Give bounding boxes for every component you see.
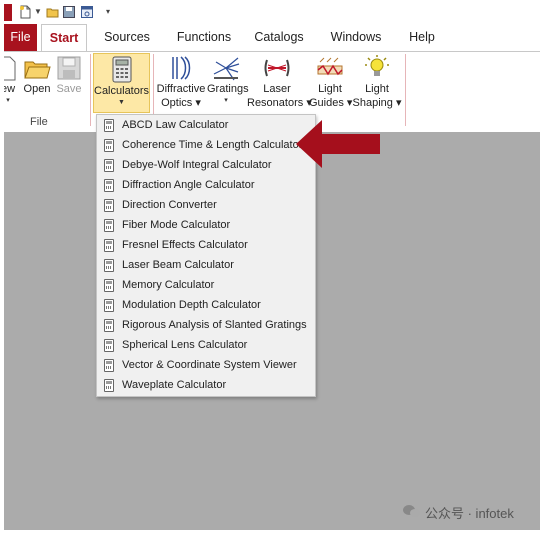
app-logo-icon	[4, 4, 12, 21]
save-button[interactable]: Save	[55, 54, 83, 96]
wechat-icon	[403, 505, 420, 517]
calculators-dropdown-menu: ABCD Law Calculator Coherence Time & Len…	[96, 114, 316, 397]
menu-item-abcd-law[interactable]: ABCD Law Calculator	[97, 115, 315, 135]
customize-toolbar-icon[interactable]: ▾	[106, 7, 110, 16]
calculator-icon	[104, 279, 114, 292]
menu-item-laser-beam[interactable]: Laser Beam Calculator	[97, 255, 315, 275]
menu-item-coherence-time[interactable]: Coherence Time & Length Calculator	[97, 135, 315, 155]
calculator-icon	[104, 259, 114, 272]
calculator-icon	[104, 379, 114, 392]
save-disk-icon	[57, 56, 81, 80]
tab-file[interactable]: File	[4, 24, 37, 51]
red-pointer-arrow-icon	[296, 120, 380, 168]
laser-resonators-button[interactable]: Laser Resonators ▾	[247, 54, 312, 110]
calculator-icon	[104, 179, 114, 192]
calculator-icon	[104, 199, 114, 212]
gratings-icon	[213, 57, 240, 81]
calculator-icon	[112, 56, 131, 83]
menu-item-diffraction-angle[interactable]: Diffraction Angle Calculator	[97, 175, 315, 195]
tab-functions[interactable]: Functions	[172, 24, 236, 51]
menu-item-vector-coordinate[interactable]: Vector & Coordinate System Viewer	[97, 355, 315, 375]
menu-item-spherical-lens[interactable]: Spherical Lens Calculator	[97, 335, 315, 355]
group-separator	[405, 54, 406, 126]
calculator-icon	[104, 139, 114, 152]
open-button[interactable]: Open	[22, 54, 52, 96]
light-guides-button[interactable]: Light Guides ▾	[309, 54, 352, 110]
laser-resonator-icon	[264, 59, 290, 77]
save-disk-icon[interactable]	[62, 5, 76, 19]
menu-item-fresnel-effects[interactable]: Fresnel Effects Calculator	[97, 235, 315, 255]
menu-item-direction-converter[interactable]: Direction Converter	[97, 195, 315, 215]
menu-item-fiber-mode[interactable]: Fiber Mode Calculator	[97, 215, 315, 235]
calculator-icon	[104, 239, 114, 252]
calculator-icon	[104, 219, 114, 232]
file-group-label: File	[30, 116, 48, 128]
calculator-icon	[104, 319, 114, 332]
calculator-icon	[104, 159, 114, 172]
open-folder-icon[interactable]	[46, 5, 60, 19]
tab-start[interactable]: Start	[41, 24, 87, 52]
diffractive-optics-icon	[172, 56, 191, 80]
calculator-icon	[104, 339, 114, 352]
light-guide-icon	[317, 57, 343, 76]
calculators-dropdown-icon: ▼	[118, 99, 125, 106]
quick-access-toolbar: ▼ ▾	[4, 0, 540, 24]
menu-item-waveplate[interactable]: Waveplate Calculator	[97, 375, 315, 395]
menu-item-memory[interactable]: Memory Calculator	[97, 275, 315, 295]
new-button[interactable]: ew ▾	[4, 54, 16, 106]
tab-help[interactable]: Help	[404, 24, 440, 51]
menu-item-modulation-depth[interactable]: Modulation Depth Calculator	[97, 295, 315, 315]
diffractive-optics-button[interactable]: Diffractive Optics ▾	[155, 54, 207, 110]
tab-catalogs[interactable]: Catalogs	[252, 24, 306, 51]
tab-sources[interactable]: Sources	[102, 24, 152, 51]
menu-item-debye-wolf[interactable]: Debye-Wolf Integral Calculator	[97, 155, 315, 175]
new-document-icon	[4, 56, 16, 81]
calculator-icon	[104, 119, 114, 132]
new-dropdown-icon[interactable]: ▼	[34, 7, 42, 16]
window-layout-icon[interactable]	[80, 5, 94, 19]
light-bulb-icon	[365, 55, 389, 76]
calculator-icon	[104, 299, 114, 312]
new-document-icon[interactable]	[18, 5, 32, 19]
menu-item-slanted-gratings[interactable]: Rigorous Analysis of Slanted Gratings	[97, 315, 315, 335]
light-shaping-button[interactable]: Light Shaping ▾	[352, 54, 402, 110]
open-folder-icon	[24, 61, 51, 79]
calculator-icon	[104, 359, 114, 372]
application-window: ▼ ▾ File Start Sources Functions Catalog…	[4, 0, 540, 530]
gratings-button[interactable]: Gratings ▾	[207, 54, 249, 106]
calculators-button[interactable]: Calculators ▼	[93, 53, 150, 113]
tab-windows[interactable]: Windows	[326, 24, 386, 51]
group-separator	[90, 54, 91, 126]
ribbon-tab-bar: File Start Sources Functions Catalogs Wi…	[4, 24, 540, 52]
watermark-text: 公众号 · infotek	[425, 506, 514, 521]
